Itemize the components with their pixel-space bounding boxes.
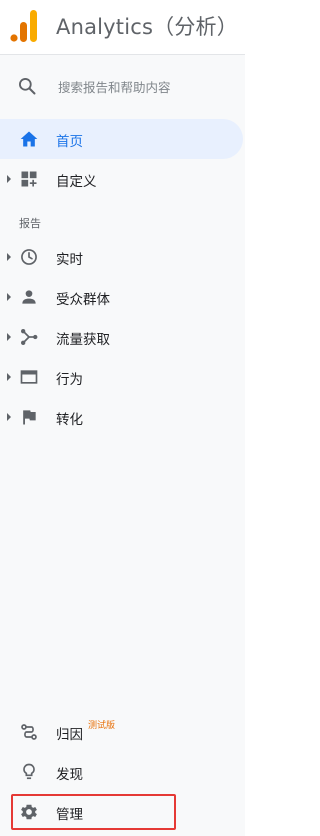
clock-icon — [21, 249, 37, 265]
sidebar-item-label: 归因 测试版 — [56, 721, 115, 743]
sidebar-item-discover[interactable]: 发现 — [0, 752, 245, 792]
expand-caret-icon[interactable] — [7, 293, 11, 301]
beta-badge: 测试版 — [88, 721, 116, 731]
admin-highlight-box — [11, 794, 176, 830]
sidebar-item-label: 实时 — [56, 252, 83, 268]
flag-icon — [23, 409, 36, 425]
expand-caret-icon[interactable] — [7, 175, 11, 183]
expand-caret-icon[interactable] — [7, 373, 11, 381]
sidebar-item-label: 发现 — [56, 767, 83, 783]
lightbulb-icon — [23, 763, 35, 780]
attribution-label: 归因 — [56, 727, 83, 743]
analytics-logo[interactable] — [10, 10, 38, 42]
expand-caret-icon[interactable] — [7, 413, 11, 421]
search-bar[interactable] — [0, 67, 245, 107]
expand-caret-icon[interactable] — [7, 333, 11, 341]
person-icon — [22, 290, 36, 304]
acquisition-icon — [21, 329, 38, 345]
search-input[interactable] — [58, 77, 233, 97]
sidebar-item-acquisition[interactable]: 流量获取 — [0, 317, 245, 357]
sidebar-item-label: 自定义 — [56, 174, 97, 190]
sidebar-item-label: 首页 — [56, 134, 83, 150]
attribution-icon — [21, 724, 37, 740]
sidebar-item-label: 行为 — [56, 372, 83, 388]
sidebar-item-attribution[interactable]: 归因 测试版 — [0, 712, 245, 752]
expand-caret-icon[interactable] — [7, 253, 11, 261]
dashboard-add-icon — [21, 171, 37, 187]
sidebar-item-label: 转化 — [56, 412, 83, 428]
app-title: Analytics（分析） — [56, 15, 238, 39]
sidebar-item-conversions[interactable]: 转化 — [0, 397, 245, 437]
sidebar-item-behavior[interactable]: 行为 — [0, 357, 245, 397]
section-label-reports: 报告 — [19, 217, 41, 230]
sidebar-item-home[interactable]: 首页 — [0, 119, 243, 159]
sidebar-item-audience[interactable]: 受众群体 — [0, 277, 245, 317]
behavior-icon — [20, 370, 38, 384]
sidebar-item-customize[interactable]: 自定义 — [0, 159, 245, 199]
sidebar-item-label: 流量获取 — [56, 332, 110, 348]
search-icon — [19, 78, 36, 95]
sidebar-item-realtime[interactable]: 实时 — [0, 237, 245, 277]
sidebar: 首页 自定义 报告 实时 受众群体 — [0, 55, 245, 836]
home-icon — [20, 131, 38, 147]
sidebar-item-label: 受众群体 — [56, 292, 110, 308]
app-header: Analytics（分析） — [0, 0, 245, 55]
